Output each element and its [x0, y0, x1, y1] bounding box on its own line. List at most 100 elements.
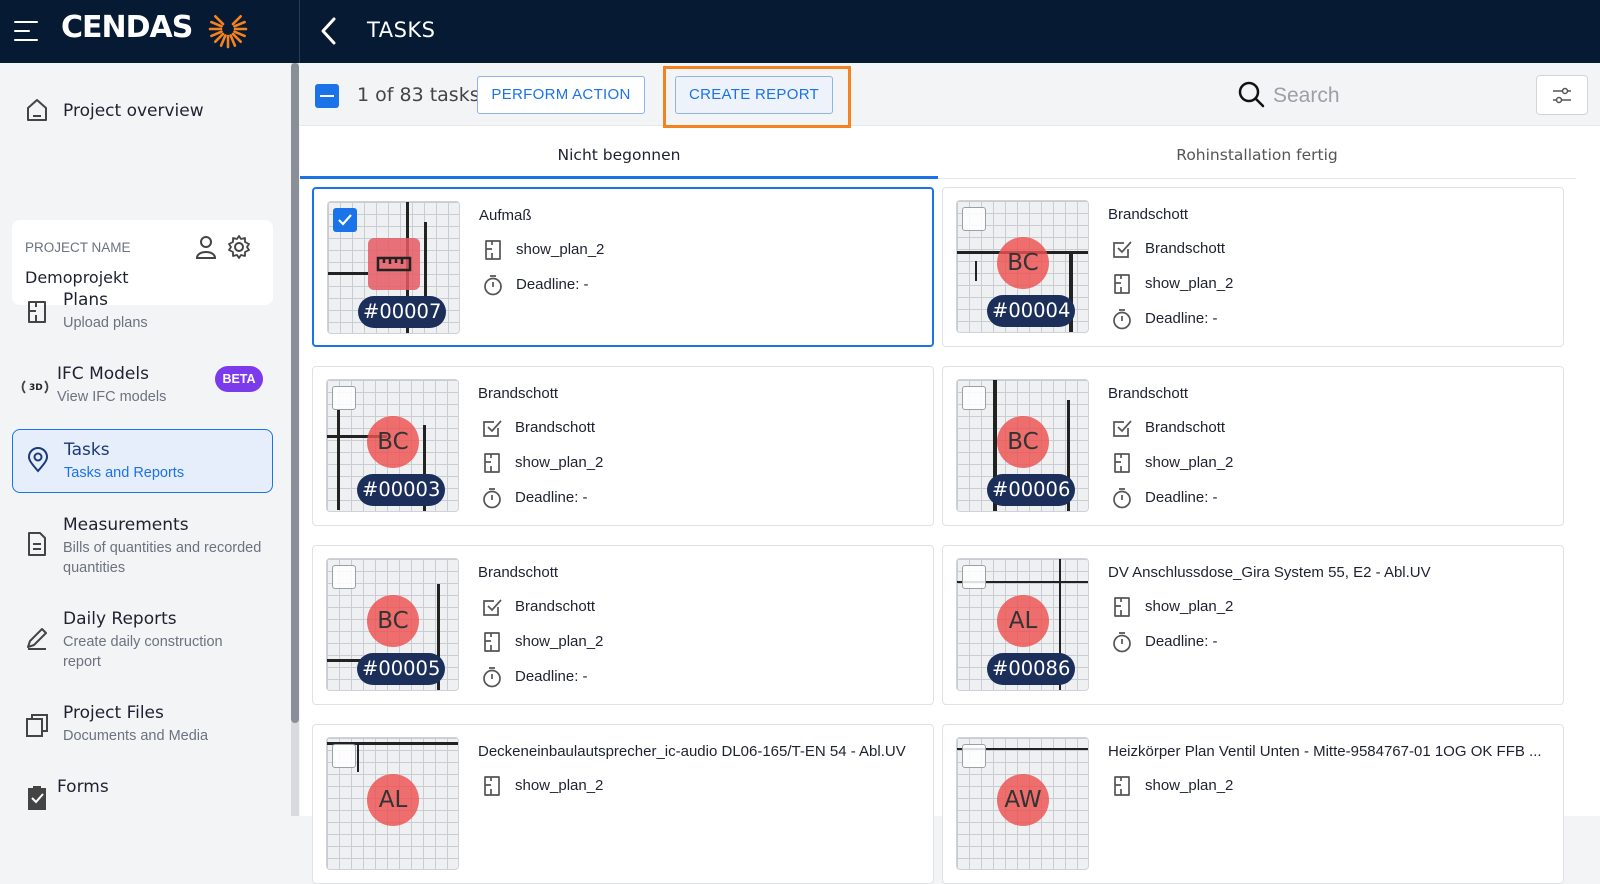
- sidebar-item-project-files[interactable]: Project Files Documents and Media: [12, 694, 273, 756]
- back-icon[interactable]: [318, 15, 340, 47]
- task-card[interactable]: BC #00004 Brandschott Brandschott show_p…: [942, 187, 1564, 347]
- select-all-checkbox[interactable]: [315, 84, 339, 108]
- task-plan-row: show_plan_2: [481, 775, 921, 799]
- task-plan: show_plan_2: [516, 241, 605, 258]
- plan-icon: [1114, 274, 1130, 294]
- brand-logo: CENDAS: [61, 10, 193, 45]
- task-deadline-row: Deadline: -: [482, 274, 922, 298]
- task-plan: show_plan_2: [1145, 275, 1234, 292]
- toolbar: 1 of 83 tasks PERFORM ACTION CREATE REPO…: [300, 63, 1600, 128]
- task-plan-row: show_plan_2: [1111, 596, 1551, 620]
- sidebar-item-label: Tasks: [64, 440, 110, 460]
- task-deadline-row: Deadline: -: [481, 487, 921, 511]
- tab-nicht-begonnen[interactable]: Nicht begonnen: [300, 135, 938, 179]
- task-checkbox[interactable]: [332, 386, 356, 410]
- task-title: Aufmaß: [479, 207, 532, 224]
- sidebar-item-forms[interactable]: Forms: [12, 768, 273, 816]
- sidebar: Project overview PROJECT NAME Demoprojek…: [0, 63, 292, 816]
- task-checkbox[interactable]: [332, 565, 356, 589]
- task-title: Heizkörper Plan Ventil Unten - Mitte-958…: [1108, 743, 1542, 760]
- task-checkbox[interactable]: [962, 386, 986, 410]
- plan-icon: [484, 453, 500, 473]
- sidebar-item-label: Measurements: [63, 515, 189, 535]
- task-thumbnail: AL #00086: [956, 558, 1089, 691]
- task-type: Brandschott: [515, 419, 596, 436]
- document-icon: [28, 532, 46, 556]
- task-checkbox[interactable]: [962, 565, 986, 589]
- task-deadline: Deadline: -: [516, 276, 589, 293]
- task-checkbox[interactable]: [333, 208, 357, 232]
- plan-icon: [1114, 453, 1130, 473]
- sidebar-item-measurements[interactable]: Measurements Bills of quantities and rec…: [12, 506, 273, 586]
- timer-icon: [483, 667, 501, 688]
- task-number: #00006: [987, 474, 1076, 506]
- sidebar-item-sublabel: Bills of quantities and recorded quantit…: [63, 540, 262, 576]
- home-icon: [27, 99, 47, 121]
- measure-badge: [368, 238, 420, 290]
- task-plan: show_plan_2: [1145, 777, 1234, 794]
- filter-button[interactable]: [1536, 75, 1588, 115]
- task-type-badge: AL: [367, 774, 419, 826]
- sidebar-item-plans[interactable]: Plans Upload plans: [12, 281, 273, 343]
- svg-text:3D: 3D: [29, 383, 43, 393]
- sidebar-item-label: Plans: [63, 290, 109, 310]
- task-title: Brandschott: [1108, 206, 1189, 223]
- task-deadline-row: Deadline: -: [1111, 631, 1551, 655]
- files-icon: [26, 714, 48, 737]
- task-card[interactable]: BC #00005 Brandschott Brandschott show_p…: [312, 545, 934, 705]
- search-icon[interactable]: [1237, 80, 1267, 110]
- task-deadline-row: Deadline: -: [1111, 487, 1551, 511]
- task-card[interactable]: BC #00003 Brandschott Brandschott show_p…: [312, 366, 934, 526]
- sidebar-item-label: Project Files: [63, 703, 164, 723]
- checkbox-icon: [1113, 420, 1132, 437]
- task-card[interactable]: AL Deckeneinbaulautsprecher_ic-audio DL0…: [312, 724, 934, 884]
- task-type-row: Brandschott: [1111, 238, 1551, 262]
- checkbox-icon: [483, 599, 502, 616]
- task-deadline-row: Deadline: -: [481, 666, 921, 690]
- page-title: TASKS: [367, 18, 436, 42]
- sidebar-item-sublabel: Create daily construction report: [63, 634, 223, 670]
- gear-icon[interactable]: [226, 234, 252, 260]
- task-number: #00007: [358, 296, 447, 328]
- top-bar: CENDAS TASKS: [0, 0, 1600, 63]
- task-title: Brandschott: [478, 564, 559, 581]
- sidebar-item-daily-reports[interactable]: Daily Reports Create daily construction …: [12, 600, 273, 680]
- task-checkbox[interactable]: [962, 207, 986, 231]
- sidebar-item-tasks[interactable]: Tasks Tasks and Reports: [12, 429, 273, 493]
- task-plan: show_plan_2: [1145, 598, 1234, 615]
- tab-rohinstallation-fertig[interactable]: Rohinstallation fertig: [938, 135, 1576, 179]
- menu-icon[interactable]: [14, 19, 40, 43]
- sidebar-item-label: Forms: [57, 777, 109, 797]
- task-title: DV Anschlussdose_Gira System 55, E2 - Ab…: [1108, 564, 1431, 581]
- task-checkbox[interactable]: [332, 744, 356, 768]
- task-checkbox[interactable]: [962, 744, 986, 768]
- sidebar-scrollbar-thumb[interactable]: [291, 63, 299, 723]
- sidebar-item-project-overview[interactable]: Project overview: [12, 85, 273, 135]
- sidebar-item-label: IFC Models: [57, 364, 149, 384]
- task-plan: show_plan_2: [515, 454, 604, 471]
- task-type-badge: AW: [997, 774, 1049, 826]
- perform-action-button[interactable]: PERFORM ACTION: [477, 76, 645, 114]
- task-card[interactable]: BC #00006 Brandschott Brandschott show_p…: [942, 366, 1564, 526]
- beta-badge: BETA: [215, 366, 263, 392]
- task-card[interactable]: AW Heizkörper Plan Ventil Unten - Mitte-…: [942, 724, 1564, 884]
- task-number: #00003: [357, 474, 446, 506]
- search-input[interactable]: [1273, 81, 1493, 111]
- task-card[interactable]: AL #00086 DV Anschlussdose_Gira System 5…: [942, 545, 1564, 705]
- status-tabs: Nicht begonnen Rohinstallation fertig: [300, 135, 1600, 179]
- task-thumbnail: #00007: [327, 201, 460, 334]
- sidebar-item-label: Daily Reports: [63, 609, 177, 629]
- create-report-button[interactable]: CREATE REPORT: [675, 76, 833, 114]
- plan-icon: [485, 240, 501, 260]
- sidebar-item-ifc-models[interactable]: 3D IFC Models View IFC models BETA: [12, 355, 273, 417]
- task-thumbnail: BC #00004: [956, 200, 1089, 333]
- task-deadline: Deadline: -: [1145, 310, 1218, 327]
- task-deadline: Deadline: -: [1145, 489, 1218, 506]
- plan-icon: [484, 632, 500, 652]
- pencil-icon: [27, 628, 47, 650]
- task-type-badge: BC: [367, 416, 419, 468]
- task-type-badge: BC: [997, 237, 1049, 289]
- task-plan: show_plan_2: [1145, 454, 1234, 471]
- user-icon[interactable]: [194, 234, 218, 260]
- task-card[interactable]: #00007 Aufmaß show_plan_2 Deadline: -: [312, 187, 934, 347]
